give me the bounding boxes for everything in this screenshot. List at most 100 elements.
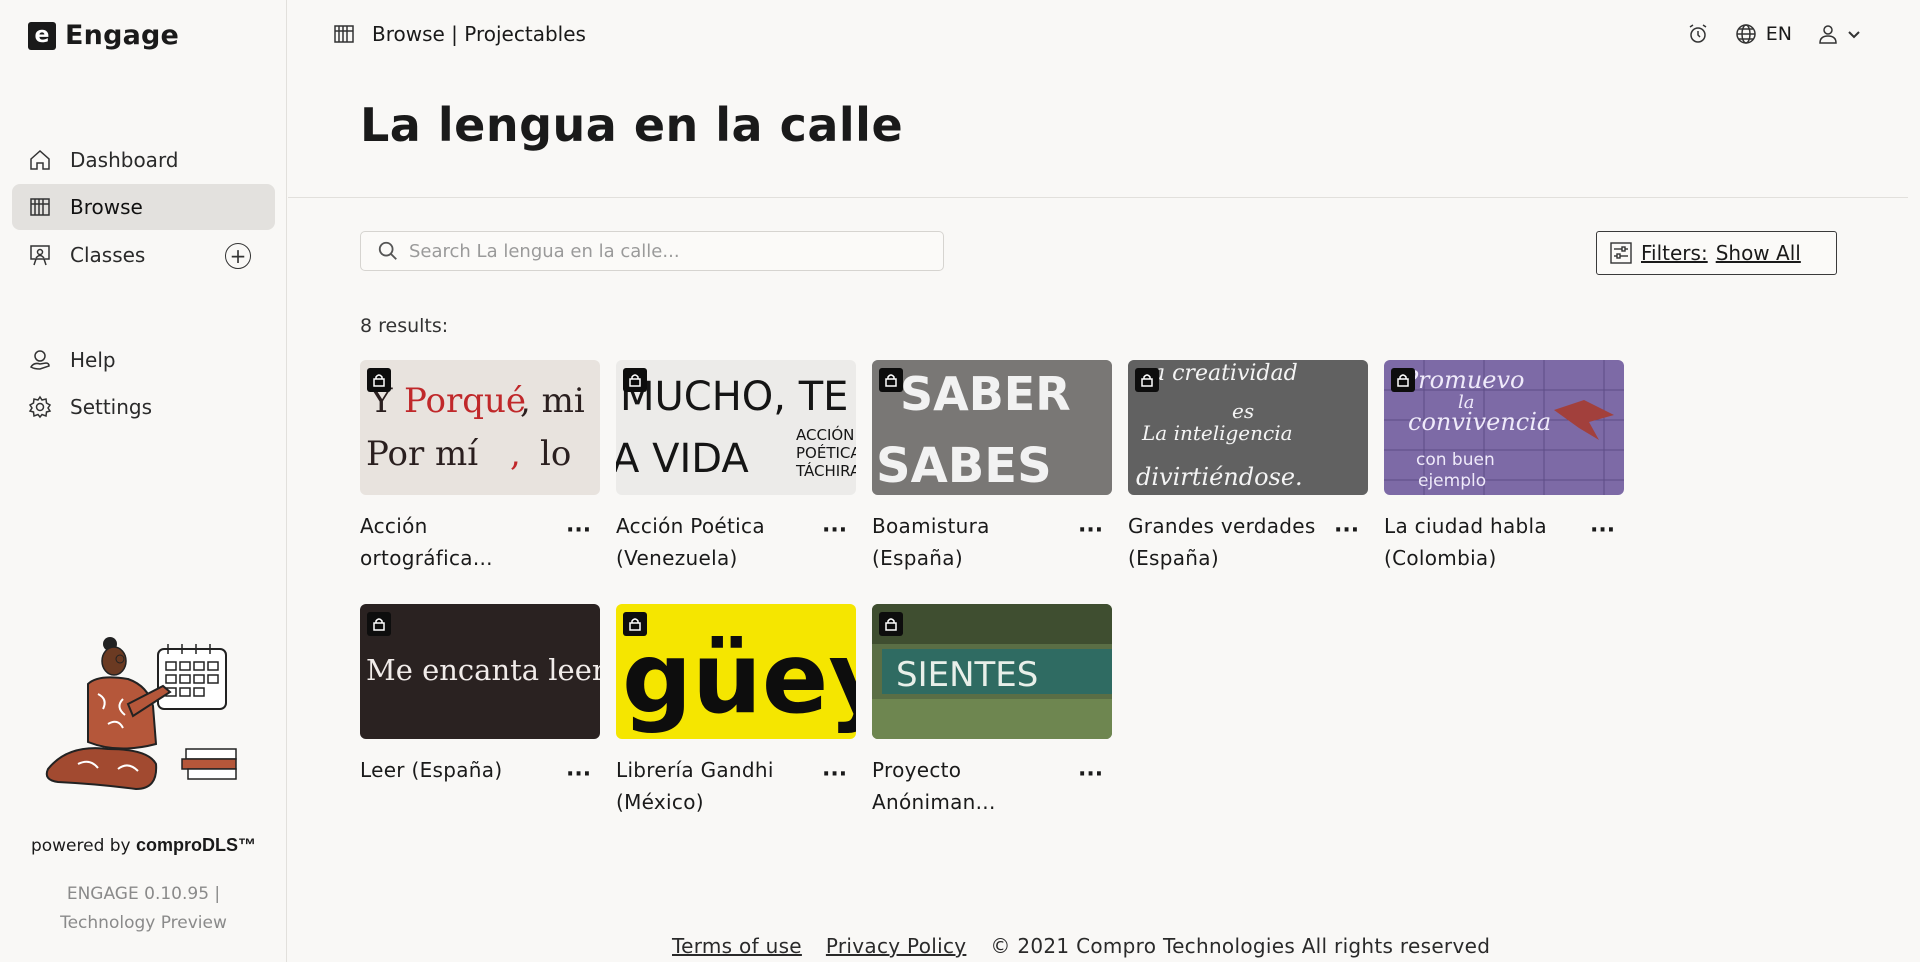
card: Y Porqué , mi Por mí , lo Acción ortográ…: [360, 360, 600, 570]
card-title[interactable]: Proyecto Anóniman...: [872, 754, 1072, 818]
sidebar-item-settings[interactable]: Settings: [12, 384, 275, 430]
svg-text:SABES: SABES: [876, 438, 1052, 494]
footer: Terms of use Privacy Policy © 2021 Compr…: [672, 934, 1490, 958]
classes-icon: [30, 245, 50, 266]
card-title[interactable]: Acción ortográfica...: [360, 510, 560, 574]
sidebar-item-classes[interactable]: Classes: [12, 232, 212, 278]
version-line1: ENGAGE 0.10.95 |: [66, 884, 221, 904]
lock-icon: [623, 368, 647, 392]
breadcrumb: Browse | Projectables: [332, 22, 586, 46]
sidebar-item-dashboard[interactable]: Dashboard: [12, 137, 275, 183]
user-menu[interactable]: [1816, 22, 1862, 46]
logo-mark: e: [28, 21, 56, 50]
thumbnail-image: Promuevo la convivencia con buen ejemplo: [1384, 360, 1624, 495]
card-thumbnail[interactable]: Me encanta leer.: [360, 604, 600, 739]
search-input[interactable]: [409, 240, 929, 262]
filters-button[interactable]: Filters: Show All: [1596, 231, 1837, 275]
gear-icon: [28, 395, 52, 419]
sidebar-item-label: Dashboard: [70, 148, 179, 172]
teacher-illustration: [45, 637, 237, 791]
sidebar: e Engage Dashboard Browse Classes + Help…: [0, 0, 287, 962]
card: MUCHO, TE A VIDA ACCIÓN POÉTICA TÁCHIRA …: [616, 360, 856, 570]
svg-text:SIENTES: SIENTES: [896, 655, 1038, 695]
thumbnail-image: Me encanta leer.: [360, 604, 600, 739]
thumbnail-image: MUCHO, TE A VIDA ACCIÓN POÉTICA TÁCHIRA: [616, 360, 856, 495]
lock-icon: [367, 368, 391, 392]
filters-label: Filters:: [1641, 241, 1708, 265]
top-bar: Browse | Projectables EN: [288, 0, 1920, 72]
search-box: [360, 231, 944, 271]
card-thumbnail[interactable]: Promuevo la convivencia con buen ejemplo: [1384, 360, 1624, 495]
card-title[interactable]: Boamistura (España): [872, 510, 1072, 574]
top-actions: EN: [1686, 22, 1862, 46]
svg-text:Por mí: Por mí: [366, 434, 479, 474]
sidebar-item-label: Help: [70, 348, 116, 372]
svg-text:güey: güey: [622, 622, 856, 736]
terms-link[interactable]: Terms of use: [672, 934, 802, 958]
alarm-icon[interactable]: [1686, 22, 1710, 46]
card-title[interactable]: Acción Poética (Venezuela): [616, 510, 816, 574]
card-thumbnail[interactable]: a creatividad es La inteligencia divirti…: [1128, 360, 1368, 495]
thumbnail-image: a creatividad es La inteligencia divirti…: [1128, 360, 1368, 495]
svg-text:La inteligencia: La inteligencia: [1141, 421, 1293, 445]
powered-prefix: powered by: [30, 836, 137, 856]
powered-by: powered by comproDLS™: [0, 835, 287, 856]
sidebar-item-label: Browse: [70, 195, 143, 219]
browse-icon: [334, 25, 354, 43]
svg-text:Promuevo: Promuevo: [1401, 366, 1525, 394]
breadcrumb-text: Browse | Projectables: [372, 22, 586, 46]
copyright: © 2021 Compro Technologies All rights re…: [990, 934, 1491, 958]
svg-text:es: es: [1232, 399, 1254, 423]
lock-icon: [367, 612, 391, 636]
svg-text:, mi: , mi: [520, 381, 585, 421]
svg-text:a creatividad: a creatividad: [1152, 361, 1298, 386]
card-thumbnail[interactable]: MUCHO, TE A VIDA ACCIÓN POÉTICA TÁCHIRA: [616, 360, 856, 495]
version-line2: Technology Preview: [60, 913, 227, 933]
engage-logo[interactable]: e Engage: [28, 20, 179, 51]
home-icon: [30, 149, 50, 170]
svg-text:ACCIÓN: ACCIÓN: [796, 425, 854, 444]
privacy-link[interactable]: Privacy Policy: [826, 934, 967, 958]
sidebar-item-help[interactable]: Help: [12, 337, 275, 383]
more-options-button[interactable]: ···: [1590, 520, 1615, 546]
card-title[interactable]: Librería Gandhi (México): [616, 754, 816, 818]
thumbnail-image: SABER SABES: [872, 360, 1112, 495]
add-class-button[interactable]: +: [225, 243, 251, 269]
svg-text:SABER: SABER: [900, 367, 1071, 421]
lock-icon: [879, 612, 903, 636]
chevron-down-icon: [1848, 31, 1860, 39]
svg-text:divirtiéndose.: divirtiéndose.: [1136, 463, 1303, 491]
language-code: EN: [1765, 23, 1792, 45]
lock-icon: [1135, 368, 1159, 392]
card-title[interactable]: Grandes verdades (España): [1128, 510, 1328, 574]
card: a creatividad es La inteligencia divirti…: [1128, 360, 1368, 570]
sidebar-item-label: Settings: [70, 395, 153, 419]
filter-icon: [1610, 242, 1632, 264]
more-options-button[interactable]: ···: [1334, 520, 1359, 546]
more-options-button[interactable]: ···: [822, 520, 847, 546]
card-title[interactable]: Leer (España): [360, 754, 560, 786]
card-title[interactable]: La ciudad habla (Colombia): [1384, 510, 1584, 574]
svg-text:A VIDA: A VIDA: [616, 436, 749, 482]
more-options-button[interactable]: ···: [566, 764, 591, 790]
svg-text:Porqué: Porqué: [404, 381, 526, 421]
card-thumbnail[interactable]: SIENTES: [872, 604, 1112, 739]
search-icon: [378, 241, 397, 260]
card: Promuevo la convivencia con buen ejemplo…: [1384, 360, 1624, 570]
page-title: La lengua en la calle: [360, 98, 904, 152]
svg-text:MUCHO, TE: MUCHO, TE: [620, 374, 848, 420]
more-options-button[interactable]: ···: [1078, 764, 1103, 790]
card-thumbnail[interactable]: güey: [616, 604, 856, 739]
more-options-button[interactable]: ···: [566, 520, 591, 546]
divider: [288, 197, 1908, 198]
globe-icon: [1736, 24, 1756, 44]
more-options-button[interactable]: ···: [1078, 520, 1103, 546]
card-thumbnail[interactable]: Y Porqué , mi Por mí , lo: [360, 360, 600, 495]
card-thumbnail[interactable]: SABER SABES: [872, 360, 1112, 495]
language-selector[interactable]: EN: [1734, 22, 1792, 46]
svg-text:,: ,: [510, 434, 521, 474]
more-options-button[interactable]: ···: [822, 764, 847, 790]
sidebar-item-browse[interactable]: Browse: [12, 184, 275, 230]
filters-value: Show All: [1715, 241, 1801, 265]
thumbnail-image: SIENTES: [872, 604, 1112, 739]
